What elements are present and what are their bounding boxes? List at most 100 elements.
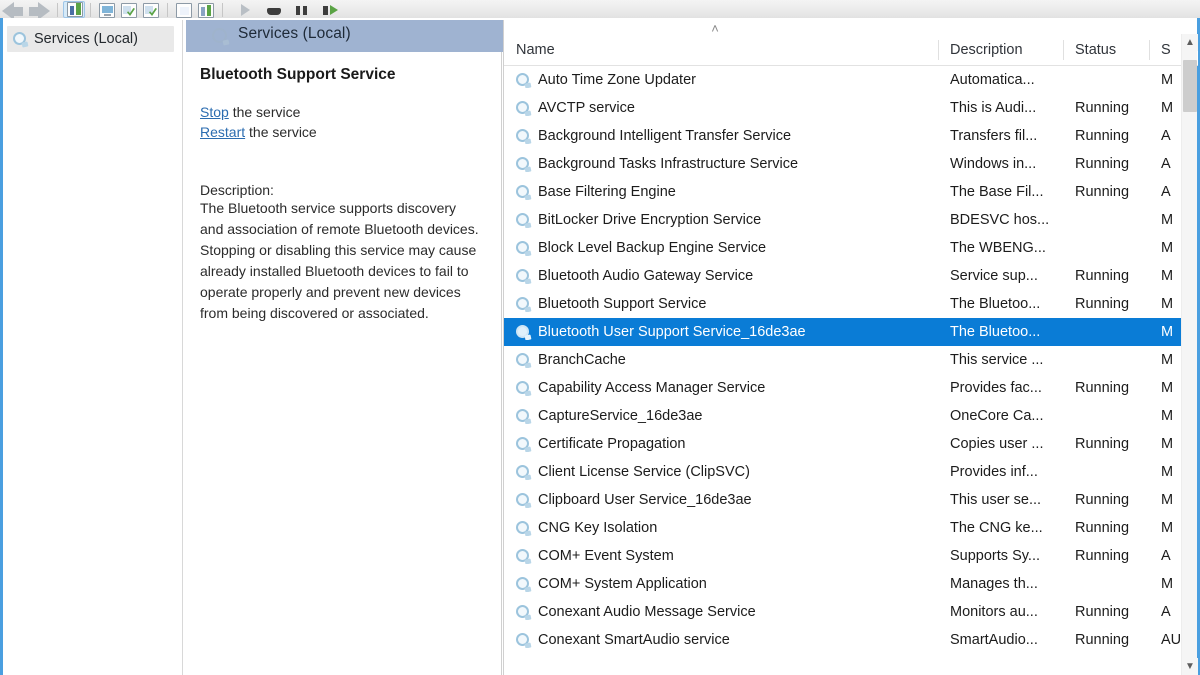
cell-description: OneCore Ca... — [950, 408, 1044, 424]
table-row[interactable]: Conexant SmartAudio service SmartAudio...… — [504, 626, 1182, 654]
cell-status: Running — [1075, 128, 1130, 144]
table-row[interactable]: Client License Service (ClipSVC) Provides… — [504, 458, 1182, 486]
cell-description: Automatica... — [950, 72, 1035, 88]
list-rows-container: Auto Time Zone Updater Automatica... M AVCT… — [504, 66, 1182, 675]
stop-service-line: Stop the service — [200, 102, 483, 122]
cell-name: Base Filtering Engine — [504, 184, 938, 200]
column-header-status[interactable]: Status — [1063, 34, 1149, 66]
services-gear-icon — [516, 296, 532, 312]
cell-description: Provides fac... — [950, 380, 1042, 396]
table-row[interactable]: Clipboard User Service_16de3ae This user … — [504, 486, 1182, 514]
scroll-down-arrow-icon[interactable]: ▼ — [1182, 658, 1198, 675]
cell-name: Auto Time Zone Updater — [504, 72, 938, 88]
scrollbar-thumb[interactable] — [1183, 60, 1197, 112]
cell-description: This is Audi... — [950, 100, 1037, 116]
service-name-label: Conexant SmartAudio service — [538, 632, 730, 648]
cell-startup-type: M — [1161, 212, 1174, 228]
new-window-icon — [143, 3, 159, 18]
service-name-label: Bluetooth Audio Gateway Service — [538, 268, 754, 284]
service-name-label: CaptureService_16de3ae — [538, 408, 703, 424]
refresh-button[interactable] — [118, 1, 140, 18]
cell-name: CNG Key Isolation — [504, 520, 938, 536]
new-window-button[interactable] — [140, 1, 162, 18]
tree-item-label: Services (Local) — [34, 31, 138, 47]
service-name-label: Background Tasks Infrastructure Service — [538, 156, 799, 172]
restart-service-button[interactable] — [320, 2, 340, 18]
cell-description: Service sup... — [950, 268, 1038, 284]
scroll-up-arrow-icon[interactable]: ▲ — [1182, 34, 1198, 51]
table-row[interactable]: Auto Time Zone Updater Automatica... M — [504, 66, 1182, 94]
service-name-label: Certificate Propagation — [538, 436, 686, 452]
service-name-label: Base Filtering Engine — [538, 184, 676, 200]
cell-status: Running — [1075, 156, 1130, 172]
table-row[interactable]: Background Tasks Infrastructure Service W… — [504, 150, 1182, 178]
cell-status: Running — [1075, 436, 1130, 452]
back-button[interactable] — [0, 0, 26, 18]
table-row[interactable]: CNG Key Isolation The CNG ke... Running M — [504, 514, 1182, 542]
cell-name: BitLocker Drive Encryption Service — [504, 212, 938, 228]
services-gear-icon — [516, 632, 532, 648]
properties-button[interactable] — [173, 1, 195, 18]
show-hide-console-tree-button[interactable] — [63, 1, 85, 18]
cell-description: Transfers fil... — [950, 128, 1038, 144]
cell-startup-type: M — [1161, 576, 1174, 592]
table-row[interactable]: Bluetooth Support Service The Bluetoo... R… — [504, 290, 1182, 318]
services-gear-icon — [516, 604, 532, 620]
services-gear-icon — [13, 31, 29, 48]
table-row[interactable]: Bluetooth Audio Gateway Service Service s… — [504, 262, 1182, 290]
column-header-name[interactable]: Name — [504, 34, 938, 66]
forward-button[interactable] — [26, 0, 52, 18]
cell-name: Conexant SmartAudio service — [504, 632, 938, 648]
export-list-button[interactable] — [96, 1, 118, 18]
column-header-description[interactable]: Description — [938, 34, 1063, 66]
table-row[interactable]: Capability Access Manager Service Provide… — [504, 374, 1182, 402]
stop-service-link[interactable]: Stop — [200, 104, 229, 120]
cell-startup-type: M — [1161, 240, 1174, 256]
tree-item-services-local[interactable]: Services (Local) — [7, 26, 174, 52]
table-row[interactable]: BranchCache This service ... M — [504, 346, 1182, 374]
services-gear-icon — [516, 408, 532, 424]
cell-name: Block Level Backup Engine Service — [504, 240, 938, 256]
help-button[interactable] — [195, 1, 217, 18]
cell-description: Copies user ... — [950, 436, 1044, 452]
service-name-label: Bluetooth Support Service — [538, 296, 707, 312]
service-name-label: Clipboard User Service_16de3ae — [538, 492, 752, 508]
cell-startup-type: M — [1161, 380, 1174, 396]
table-row[interactable]: Base Filtering Engine The Base Fil... Runn… — [504, 178, 1182, 206]
table-row[interactable]: Conexant Audio Message Service Monitors a… — [504, 598, 1182, 626]
cell-startup-type: M — [1161, 72, 1174, 88]
cell-status: Running — [1075, 184, 1130, 200]
services-gear-icon — [516, 184, 532, 200]
cell-description: The Base Fil... — [950, 184, 1044, 200]
table-row[interactable]: BitLocker Drive Encryption Service BDESVC… — [504, 206, 1182, 234]
table-row[interactable]: Certificate Propagation Copies user ... Ru… — [504, 430, 1182, 458]
pane-header-band: Services (Local) — [186, 20, 504, 52]
table-row[interactable]: Block Level Backup Engine Service The WBE… — [504, 234, 1182, 262]
cell-startup-type: M — [1161, 352, 1174, 368]
service-name-label: BitLocker Drive Encryption Service — [538, 212, 762, 228]
cell-name: Capability Access Manager Service — [504, 380, 938, 396]
table-row[interactable]: Background Intelligent Transfer Service T… — [504, 122, 1182, 150]
table-row[interactable]: COM+ Event System Supports Sy... Running A — [504, 542, 1182, 570]
cell-name: Bluetooth Support Service — [504, 296, 938, 312]
table-row[interactable]: AVCTP service This is Audi... Running M — [504, 94, 1182, 122]
cell-status: Running — [1075, 268, 1130, 284]
service-name-label: BranchCache — [538, 352, 626, 368]
services-gear-icon — [516, 268, 532, 284]
services-gear-icon — [516, 72, 532, 88]
table-row[interactable]: Bluetooth User Support Service_16de3ae Th… — [504, 318, 1182, 346]
service-name-label: Background Intelligent Transfer Service — [538, 128, 792, 144]
restart-service-link[interactable]: Restart — [200, 124, 245, 140]
cell-status: Running — [1075, 100, 1130, 116]
cell-description: The Bluetoo... — [950, 324, 1041, 340]
cell-name: COM+ System Application — [504, 576, 938, 592]
services-gear-icon — [516, 380, 532, 396]
pause-service-button[interactable] — [292, 2, 312, 18]
start-service-button[interactable] — [236, 2, 256, 18]
list-vertical-scrollbar[interactable]: ▲ ▼ — [1181, 34, 1198, 675]
cell-status: Running — [1075, 492, 1130, 508]
table-row[interactable]: CaptureService_16de3ae OneCore Ca... M — [504, 402, 1182, 430]
stop-service-button[interactable] — [264, 2, 284, 18]
table-row[interactable]: COM+ System Application Manages th... M — [504, 570, 1182, 598]
cell-name: Background Tasks Infrastructure Service — [504, 156, 938, 172]
